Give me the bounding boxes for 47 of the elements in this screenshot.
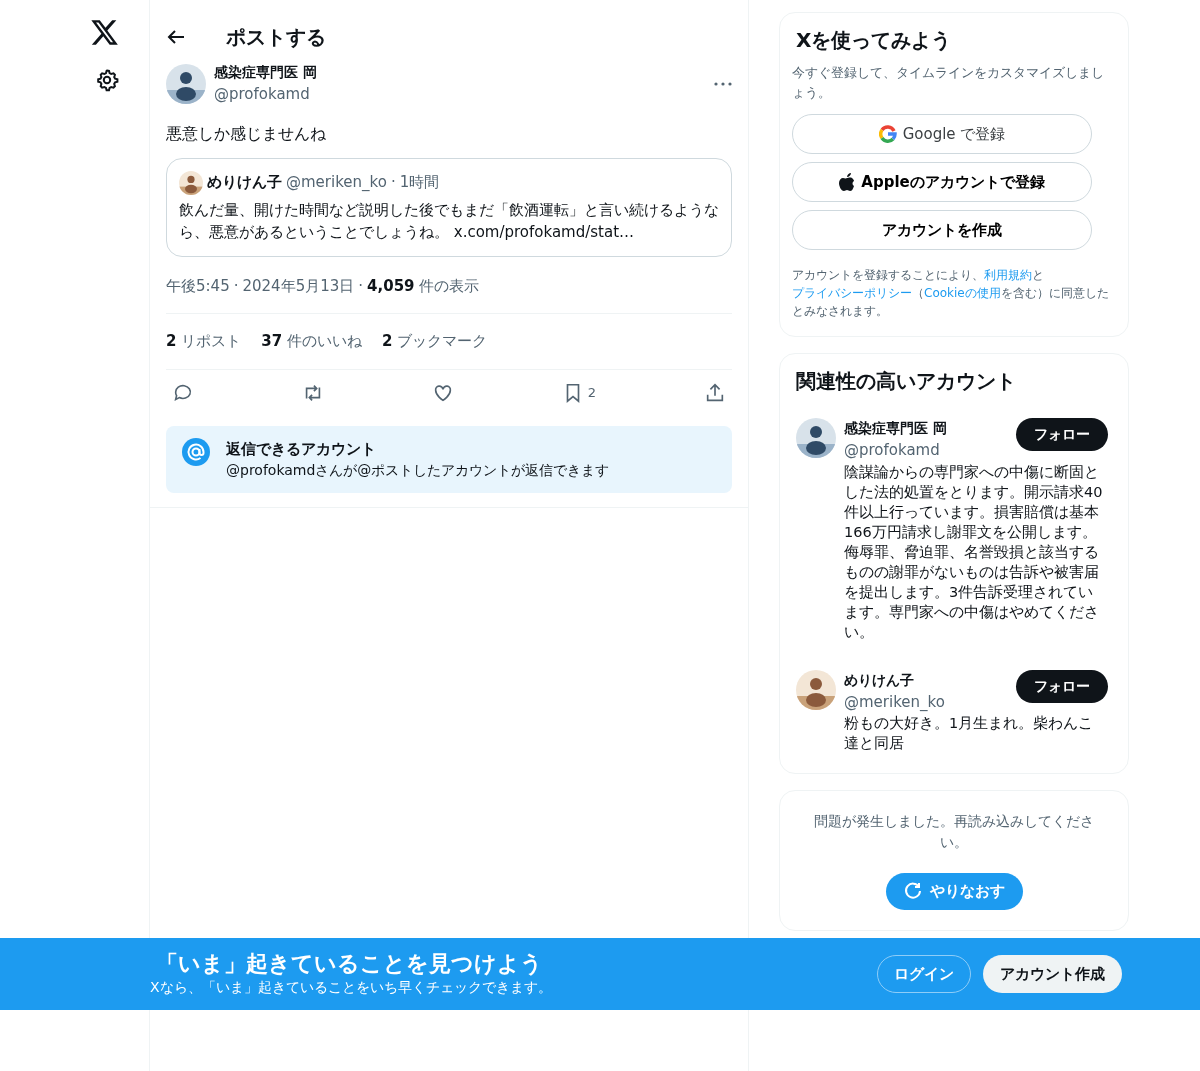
post-time: 午後5:45 bbox=[166, 275, 230, 297]
author-name[interactable]: 感染症専門医 岡 bbox=[214, 62, 706, 83]
x-logo-icon[interactable] bbox=[91, 20, 119, 46]
banner-title: 「いま」起きていることを見つけよう bbox=[155, 950, 544, 977]
stat-link[interactable]: 37 件のいいね bbox=[261, 330, 362, 353]
view-count: 4,059 件の表示 bbox=[367, 275, 480, 297]
refresh-icon bbox=[903, 882, 922, 901]
follow-button[interactable]: フォロー bbox=[1016, 669, 1108, 703]
follow-button[interactable]: フォロー bbox=[1016, 418, 1108, 451]
account-handle[interactable]: @meriken_ko bbox=[844, 690, 945, 713]
action-count: 2 bbox=[587, 383, 597, 402]
account-bio: 陰謀論からの専門家への中傷に断固とした法的処置をとります。開示請求40件以上行っています。損害賠償は基本166万円請求し謝罪文を公開します。侮辱罪、脅迫罪、名誉毀損と該当するものの謝罪がないものは告訴や被害届を提出します。3件告訴受理されています。専門家への中傷はやめてください。 bbox=[844, 462, 1104, 642]
author-handle[interactable]: @profokamd bbox=[214, 83, 706, 106]
account-handle[interactable]: @profokamd bbox=[844, 439, 947, 462]
stat-link[interactable]: 2 リポスト bbox=[166, 330, 242, 353]
account-name[interactable]: めりけん子 bbox=[844, 669, 945, 691]
quote-time: 1時間 bbox=[399, 172, 440, 194]
more-icon[interactable] bbox=[714, 81, 732, 86]
notice-text: @profokamdさんが@ポストしたアカウントが返信できます bbox=[226, 461, 610, 480]
banner-subtitle: Xなら、「いま」起きていることをいち早くチェックできます。 bbox=[150, 977, 553, 997]
card-subtitle: 今すぐ登録して、タイムラインをカスタマイズしましょう。 bbox=[792, 64, 1105, 102]
card-title: 関連性の高いアカウント bbox=[796, 368, 1017, 395]
quote-author: めりけん子 bbox=[207, 172, 282, 194]
separator-dot: · bbox=[390, 172, 396, 194]
google-logo-icon bbox=[878, 125, 897, 143]
at-sign-icon bbox=[182, 437, 210, 466]
apple-logo-icon bbox=[839, 173, 856, 191]
separator-dot: · bbox=[358, 275, 364, 297]
quote-text: 飲んだ量、開けた時間など説明した後でもまだ「飲酒運転」と言い続けるようなら、悪意があるということでしょうね。 x.com/profokamd/stat… bbox=[179, 199, 719, 243]
separator-dot: · bbox=[233, 275, 239, 297]
card-title: Xを使ってみよう bbox=[796, 27, 953, 54]
post-text: 悪意しか感じませんね bbox=[166, 122, 327, 145]
account-name[interactable]: 感染症専門医 岡 bbox=[844, 418, 947, 439]
page-title: ポストする bbox=[226, 24, 326, 51]
quote-handle: @meriken_ko bbox=[286, 172, 387, 194]
settings-icon[interactable] bbox=[95, 68, 119, 92]
signup-button[interactable]: アカウント作成 bbox=[983, 954, 1122, 994]
notice-title: 返信できるアカウント bbox=[226, 438, 377, 460]
account-bio: 粉もの大好き。1月生まれ。柴わんこ達と同居 bbox=[844, 714, 1095, 753]
quoted-post[interactable]: めりけん子 @meriken_ko · 1時間 飲んだ量、開けた時間など説明した後でもまだ「飲酒運転」と言い続けるようなら、悪意があるということでしょうね。 x.com/profokamd/stat… bbox=[166, 157, 732, 257]
post-date: 2024年5月13日 bbox=[242, 275, 355, 297]
signup-button[interactable]: Appleのアカウントで登録 bbox=[792, 162, 1092, 202]
signup-button[interactable]: アカウントを作成 bbox=[792, 210, 1092, 250]
signup-button[interactable]: Google で登録 bbox=[792, 114, 1092, 154]
legal-text: アカウントを登録することにより、利用規約 と プライバシーポリシー（Cookieの使用を含む）に同意したとみなされます。 bbox=[792, 267, 1110, 320]
error-message: 問題が発生しました。再読み込みしてください。 bbox=[813, 812, 1095, 852]
stat-link[interactable]: 2 ブックマーク bbox=[381, 330, 488, 353]
